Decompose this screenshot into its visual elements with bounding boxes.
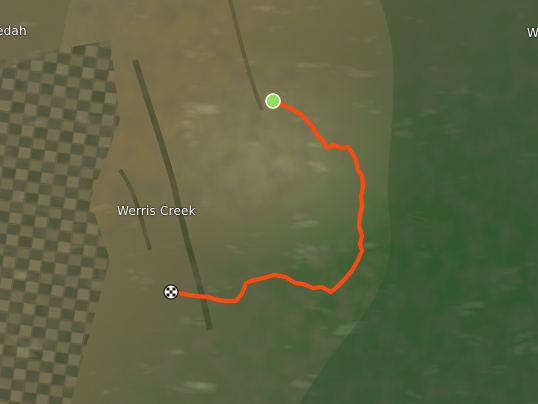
place-label-gunnedah: edah — [0, 24, 27, 38]
place-label-east: W — [527, 26, 538, 40]
route-finish-flag-icon[interactable] — [163, 284, 179, 300]
satellite-terrain — [0, 0, 538, 404]
place-label-werris-creek: Werris Creek — [117, 204, 196, 218]
route-start-marker[interactable] — [265, 93, 281, 109]
satellite-map[interactable]: edah W Werris Creek — [0, 0, 538, 404]
